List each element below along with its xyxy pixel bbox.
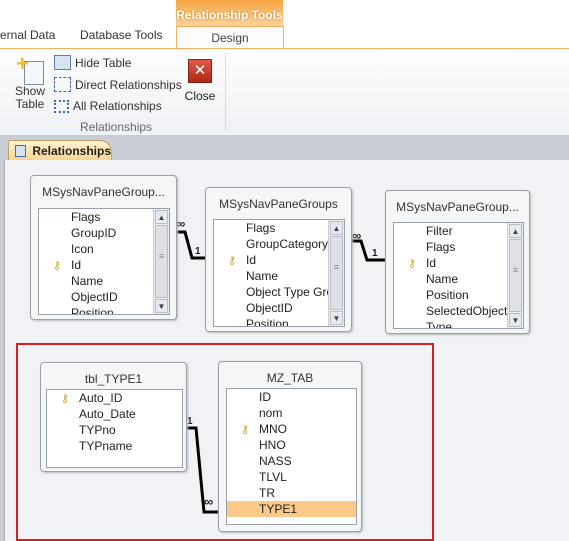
field-item[interactable]: Flags xyxy=(39,209,153,225)
primary-key-icon: ⚷ xyxy=(53,260,62,272)
one-label: 1 xyxy=(372,248,378,259)
field-item[interactable]: SelectedObjectI xyxy=(394,303,511,319)
scroll-down-icon[interactable]: ▼ xyxy=(330,311,343,325)
scroll-thumb[interactable]: ≡ xyxy=(330,236,343,310)
table-box[interactable]: MSysNavPaneGroup... Flags GroupID Icon ⚷ Id Na… xyxy=(30,175,177,320)
field-item[interactable]: Position xyxy=(214,316,328,326)
field-item[interactable]: GroupCategory xyxy=(214,236,328,252)
field-list[interactable]: Flags GroupCategory ⚷ Id Name Object Type Gro… xyxy=(213,219,345,327)
table-title[interactable]: MSysNavPaneGroups xyxy=(206,197,351,211)
field-item[interactable]: Type xyxy=(394,319,507,328)
scrollbar[interactable]: ▲ ≡ ▼ xyxy=(328,220,344,326)
field-item[interactable]: Position xyxy=(394,287,507,303)
field-list[interactable]: Filter Flags ⚷ Id Name Position SelectedObject… xyxy=(393,222,524,329)
primary-key-icon: ⚷ xyxy=(408,258,417,270)
field-item[interactable]: GroupID xyxy=(39,225,153,241)
table-title[interactable]: MSysNavPaneGroup... xyxy=(386,200,529,214)
field-item[interactable]: Icon xyxy=(39,241,153,257)
scroll-thumb[interactable]: ≡ xyxy=(155,225,168,298)
one-label: 1 xyxy=(195,246,201,257)
field-item[interactable]: ⚷ Id xyxy=(39,257,153,273)
field-item[interactable]: Name xyxy=(394,271,507,287)
field-list[interactable]: Flags GroupID Icon ⚷ Id Name ObjectID Position ▲… xyxy=(38,208,170,315)
scrollbar[interactable]: ▲ ≡ ▼ xyxy=(153,209,169,314)
field-item[interactable]: ObjectID xyxy=(214,300,328,316)
table-box[interactable]: MSysNavPaneGroups Flags GroupCategory ⚷ Id Na… xyxy=(205,187,352,332)
field-item[interactable]: Object Type Gro xyxy=(214,284,333,300)
scroll-down-icon[interactable]: ▼ xyxy=(155,299,168,313)
relationship-line xyxy=(350,239,385,262)
scrollbar[interactable]: ▲ ≡ ▼ xyxy=(507,223,523,328)
table-title[interactable]: MSysNavPaneGroup... xyxy=(31,185,176,199)
field-item[interactable]: Flags xyxy=(394,239,507,255)
primary-key-icon: ⚷ xyxy=(228,255,237,267)
field-item[interactable]: Flags xyxy=(214,220,328,236)
scroll-up-icon[interactable]: ▲ xyxy=(155,210,168,224)
scroll-up-icon[interactable]: ▲ xyxy=(509,224,522,238)
scroll-up-icon[interactable]: ▲ xyxy=(330,221,343,235)
selection-highlight-box xyxy=(16,343,434,541)
field-item[interactable]: Name xyxy=(39,273,153,289)
many-label: ∞ xyxy=(176,216,186,231)
scroll-down-icon[interactable]: ▼ xyxy=(509,313,522,327)
field-item[interactable]: ObjectID xyxy=(39,289,153,305)
field-item[interactable]: ⚷ Id xyxy=(214,252,328,268)
field-item[interactable]: Name xyxy=(214,268,328,284)
field-item[interactable]: ⚷ Id xyxy=(394,255,507,271)
scroll-thumb[interactable]: ≡ xyxy=(509,239,522,312)
field-item[interactable]: Position xyxy=(39,305,153,314)
field-item[interactable]: Filter xyxy=(394,223,507,239)
table-box[interactable]: MSysNavPaneGroup... Filter Flags ⚷ Id Name Pos… xyxy=(385,190,530,334)
many-label: ∞ xyxy=(352,228,362,243)
